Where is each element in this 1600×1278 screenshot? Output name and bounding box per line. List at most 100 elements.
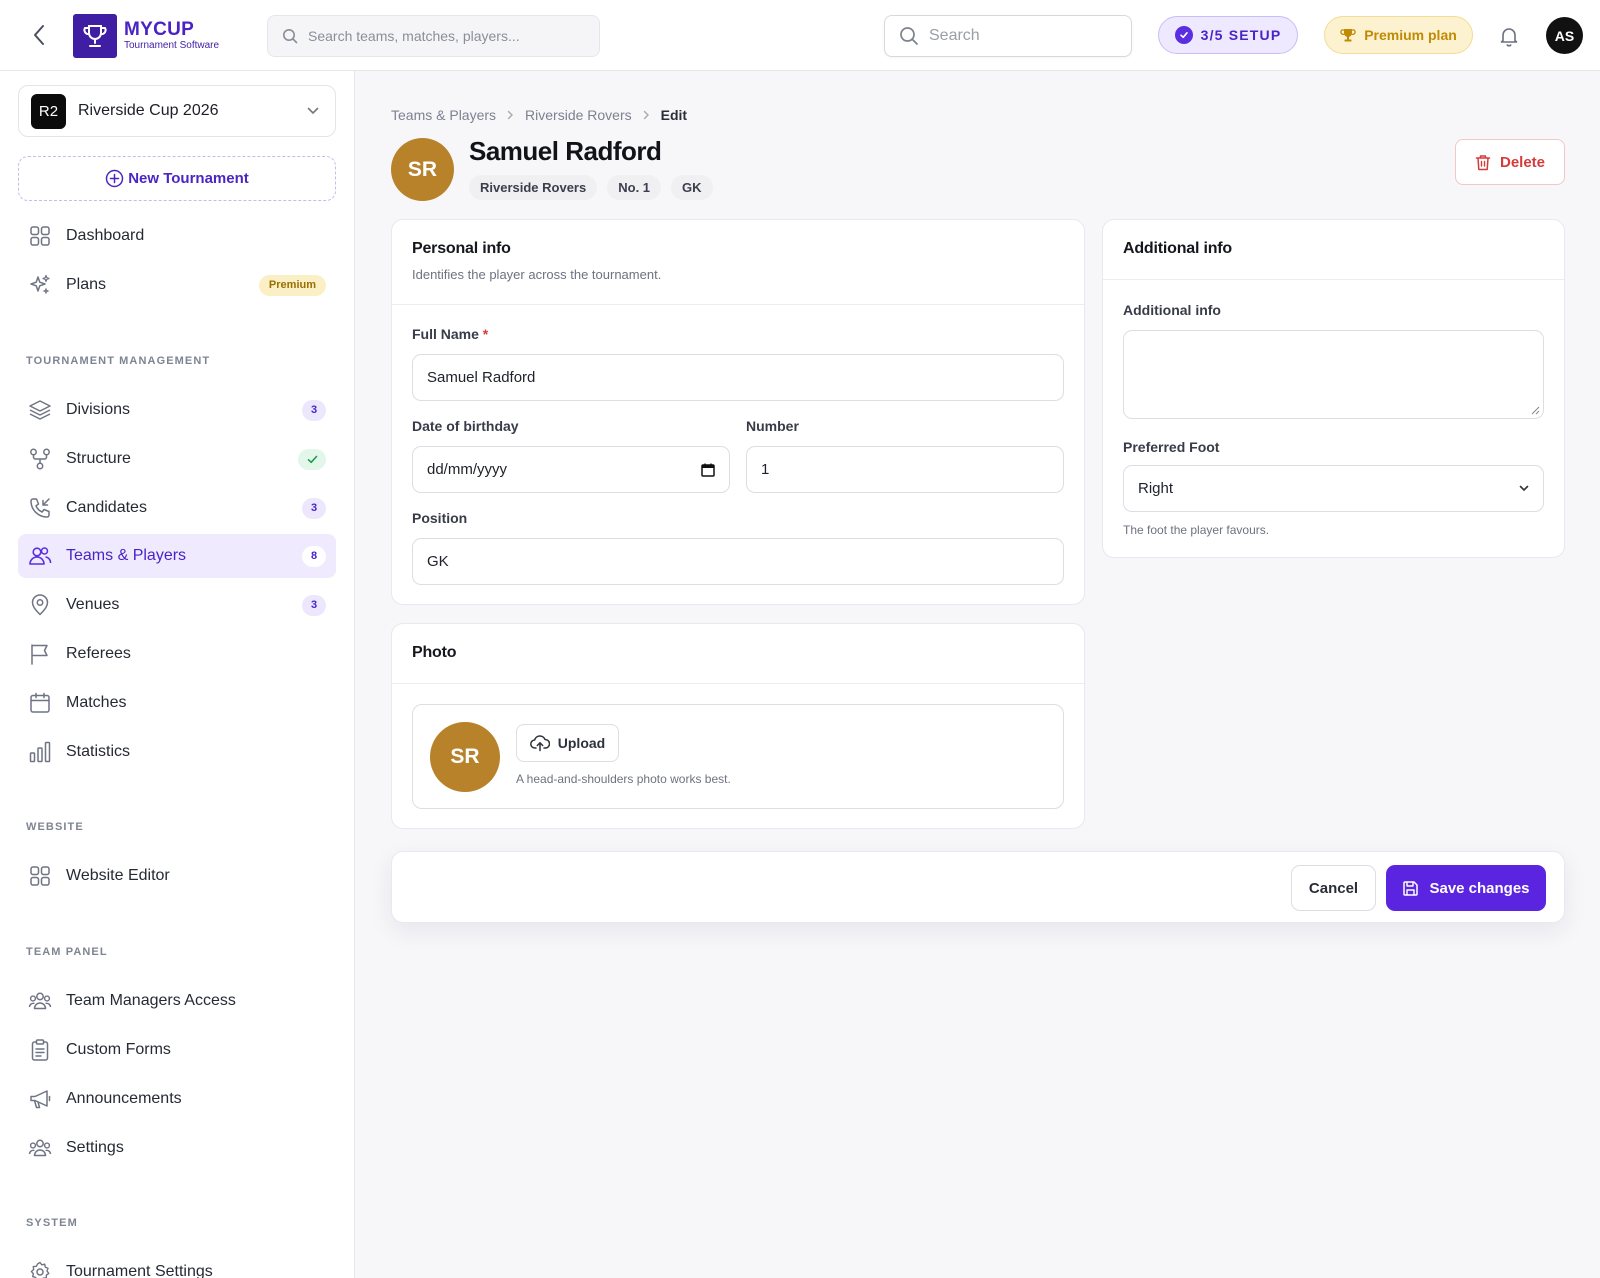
chevron-right-icon <box>507 110 514 120</box>
form-action-bar: Cancel Save changes <box>391 851 1565 923</box>
save-icon <box>1403 880 1419 896</box>
chevron-down-icon <box>307 107 319 115</box>
sidebar-item-plans[interactable]: Plans Premium <box>18 263 336 307</box>
sidebar-item-label: Matches <box>66 694 127 711</box>
sidebar-item-candidates[interactable]: Candidates 3 <box>18 486 336 530</box>
tournament-selector[interactable]: R2 Riverside Cup 2026 <box>18 85 336 137</box>
section-title: TEAM PANEL <box>26 946 108 958</box>
card-header: Photo <box>392 624 1084 684</box>
card-title: Photo <box>412 644 457 661</box>
users-group-icon <box>28 989 52 1013</box>
check-icon <box>298 448 326 470</box>
new-tournament-button[interactable]: New Tournament <box>18 156 336 201</box>
breadcrumb-current: Edit <box>660 107 688 123</box>
sidebar-item-dashboard[interactable]: Dashboard <box>18 214 336 258</box>
photo-hint: A head-and-shoulders photo works best. <box>516 772 731 786</box>
sidebar-item-divisions[interactable]: Divisions 3 <box>18 388 336 432</box>
secondary-search-input[interactable] <box>929 27 1119 45</box>
trophy-icon <box>73 14 117 58</box>
dob-input[interactable]: dd/mm/yyyy <box>427 461 507 478</box>
position-input[interactable] <box>427 553 1049 570</box>
global-search <box>267 15 600 57</box>
sidebar-item-statistics[interactable]: Statistics <box>18 730 336 774</box>
logo[interactable]: MYCUP Tournament Software <box>73 14 219 58</box>
gear-icon <box>28 1260 52 1278</box>
breadcrumb-link[interactable]: Riverside Rovers <box>525 107 632 123</box>
card-header: Additional info <box>1103 220 1564 280</box>
card-title: Personal info <box>412 240 511 257</box>
position-field <box>412 538 1064 585</box>
structure-icon <box>28 447 52 471</box>
full-name-field <box>412 354 1064 401</box>
count-badge: 3 <box>302 497 326 519</box>
sidebar-item-label: Divisions <box>66 401 131 418</box>
premium-plan-label: Premium plan <box>1364 27 1457 43</box>
preferred-foot-value: Right <box>1138 480 1174 497</box>
sidebar-item-venues[interactable]: Venues 3 <box>18 583 336 627</box>
calendar-icon <box>28 691 52 715</box>
sidebar-item-referees[interactable]: Referees <box>18 632 336 676</box>
bar-chart-icon <box>28 740 52 764</box>
breadcrumb: Teams & Players Riverside Rovers Edit <box>391 107 687 123</box>
grid-icon <box>28 864 52 888</box>
full-name-input[interactable] <box>427 369 1049 386</box>
sidebar-item-settings[interactable]: Settings <box>18 1126 336 1170</box>
sidebar-item-tournament-settings[interactable]: Tournament Settings <box>18 1250 336 1278</box>
sidebar: R2 Riverside Cup 2026 New Tournament Das… <box>0 71 355 1278</box>
sidebar-item-website-editor[interactable]: Website Editor <box>18 854 336 898</box>
sidebar-item-label: Dashboard <box>66 227 145 244</box>
global-search-input[interactable] <box>308 28 558 44</box>
top-bar: MYCUP Tournament Software 3/5 SETUP Prem… <box>0 0 1600 71</box>
full-name-label-text: Full Name <box>412 326 479 342</box>
calendar-icon[interactable] <box>701 463 715 477</box>
position-chip: GK <box>671 175 713 200</box>
count-badge: 3 <box>302 399 326 421</box>
cancel-button[interactable]: Cancel <box>1291 865 1376 911</box>
sidebar-item-team-managers-access[interactable]: Team Managers Access <box>18 979 336 1023</box>
additional-info-textarea[interactable] <box>1123 330 1544 419</box>
sidebar-item-label: Plans <box>66 276 107 293</box>
search-icon <box>283 29 298 44</box>
users-group-icon <box>28 1136 52 1160</box>
sidebar-item-label: Statistics <box>66 743 131 760</box>
flag-icon <box>28 642 52 666</box>
new-tournament-label: New Tournament <box>128 170 249 187</box>
additional-info-label: Additional info <box>1123 302 1221 318</box>
team-chip: Riverside Rovers <box>469 175 598 200</box>
sidebar-item-label: Referees <box>66 645 131 662</box>
back-arrow-icon[interactable] <box>26 22 52 48</box>
plus-circle-icon <box>105 169 124 188</box>
resize-handle-icon[interactable] <box>1531 406 1540 415</box>
sidebar-item-structure[interactable]: Structure <box>18 437 336 481</box>
sidebar-item-label: Team Managers Access <box>66 992 236 1009</box>
number-field <box>746 446 1064 493</box>
card-title: Additional info <box>1123 240 1232 257</box>
save-button[interactable]: Save changes <box>1386 865 1546 911</box>
premium-plan-pill[interactable]: Premium plan <box>1324 16 1473 54</box>
bell-icon[interactable] <box>1497 24 1521 48</box>
setup-label: 3/5 SETUP <box>1200 27 1282 43</box>
sidebar-item-custom-forms[interactable]: Custom Forms <box>18 1028 336 1072</box>
count-badge: 3 <box>302 594 326 616</box>
logo-title: MYCUP <box>124 19 195 40</box>
delete-button[interactable]: Delete <box>1455 139 1565 185</box>
breadcrumb-link[interactable]: Teams & Players <box>391 107 496 123</box>
preferred-foot-select[interactable]: Right <box>1123 465 1544 512</box>
upload-button[interactable]: Upload <box>516 724 619 762</box>
sidebar-item-teams-players[interactable]: Teams & Players 8 <box>18 534 336 578</box>
photo-card: Photo SR Upload A head-and-shoulders pho… <box>391 623 1085 829</box>
sidebar-item-label: Announcements <box>66 1090 182 1107</box>
section-title: TOURNAMENT MANAGEMENT <box>26 355 211 367</box>
player-chips: Riverside Rovers No. 1 GK <box>469 175 713 200</box>
setup-progress-pill[interactable]: 3/5 SETUP <box>1158 16 1298 54</box>
number-input[interactable] <box>761 461 1049 478</box>
sidebar-item-matches[interactable]: Matches <box>18 681 336 725</box>
save-label: Save changes <box>1429 879 1530 897</box>
user-avatar[interactable]: AS <box>1546 17 1583 54</box>
section-title: WEBSITE <box>26 821 84 833</box>
dob-field[interactable]: dd/mm/yyyy <box>412 446 730 493</box>
sidebar-item-announcements[interactable]: Announcements <box>18 1077 336 1121</box>
player-avatar: SR <box>391 138 454 201</box>
sparkles-icon <box>28 273 52 297</box>
logo-subtitle: Tournament Software <box>124 40 220 51</box>
